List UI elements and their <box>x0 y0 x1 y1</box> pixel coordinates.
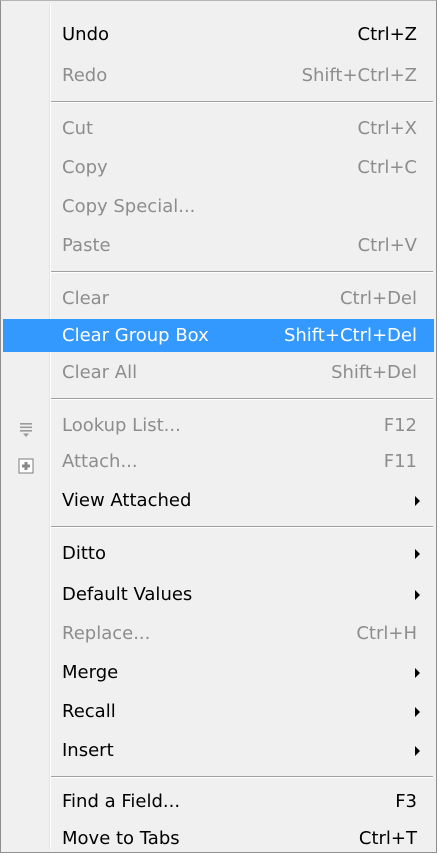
menu-item-recall[interactable]: Recall <box>3 695 434 728</box>
menu-item-copy[interactable]: Copy Ctrl+C <box>3 151 434 184</box>
menu-item-merge[interactable]: Merge <box>3 656 434 689</box>
menu-item-shortcut: Ctrl+X <box>357 118 417 139</box>
submenu-arrow-icon <box>415 549 420 559</box>
menu-item-copy-special[interactable]: Copy Special... <box>3 190 434 223</box>
menu-item-label: Replace... <box>62 623 151 644</box>
menu-item-shortcut: Ctrl+Z <box>357 24 417 45</box>
menu-item-label: Redo <box>62 65 108 86</box>
attach-icon <box>17 453 35 474</box>
menu-item-label: Clear Group Box <box>62 325 209 346</box>
menu-item-undo[interactable]: Undo Ctrl+Z <box>3 18 434 51</box>
menu-item-lookup-list[interactable]: Lookup List... F12 <box>3 409 434 442</box>
edit-context-menu: Undo Ctrl+Z Redo Shift+Ctrl+Z Cut Ctrl+X… <box>0 0 437 853</box>
menu-item-redo[interactable]: Redo Shift+Ctrl+Z <box>3 59 434 92</box>
menu-separator <box>51 271 433 273</box>
menu-item-cut[interactable]: Cut Ctrl+X <box>3 112 434 145</box>
menu-item-label: Ditto <box>62 543 106 564</box>
menu-item-shortcut: F3 <box>395 791 417 812</box>
menu-item-label: Clear <box>62 288 110 309</box>
menu-item-move-to-tabs[interactable]: Move to Tabs Ctrl+T <box>3 822 434 855</box>
menu-item-clear-all[interactable]: Clear All Shift+Del <box>3 356 434 389</box>
menu-item-find-a-field[interactable]: Find a Field... F3 <box>3 785 434 818</box>
menu-item-shortcut: Shift+Ctrl+Del <box>283 325 417 346</box>
submenu-arrow-icon <box>415 746 420 756</box>
menu-item-shortcut: Shift+Ctrl+Z <box>301 65 417 86</box>
menu-item-shortcut: Ctrl+C <box>357 157 417 178</box>
submenu-arrow-icon <box>415 496 420 506</box>
menu-item-shortcut: F12 <box>383 415 417 436</box>
menu-item-attach[interactable]: Attach... F11 <box>3 445 434 478</box>
menu-separator <box>51 398 433 400</box>
menu-item-label: View Attached <box>62 490 192 511</box>
menu-item-shortcut: Ctrl+Del <box>339 288 417 309</box>
menu-item-label: Paste <box>62 235 111 256</box>
menu-item-label: Default Values <box>62 584 193 605</box>
menu-item-shortcut: Ctrl+H <box>356 623 417 644</box>
menu-item-insert[interactable]: Insert <box>3 734 434 767</box>
list-icon <box>17 417 35 437</box>
menu-item-clear[interactable]: Clear Ctrl+Del <box>3 282 434 315</box>
submenu-arrow-icon <box>415 668 420 678</box>
menu-item-label: Recall <box>62 701 116 722</box>
menu-item-shortcut: F11 <box>383 451 417 472</box>
menu-item-label: Move to Tabs <box>62 828 180 849</box>
menu-item-label: Cut <box>62 118 94 139</box>
menu-item-label: Attach... <box>62 451 138 472</box>
menu-item-paste[interactable]: Paste Ctrl+V <box>3 229 434 262</box>
menu-item-label: Lookup List... <box>62 415 181 436</box>
menu-item-replace[interactable]: Replace... Ctrl+H <box>3 617 434 650</box>
menu-item-label: Merge <box>62 662 119 683</box>
submenu-arrow-icon <box>415 707 420 717</box>
menu-item-shortcut: Ctrl+V <box>357 235 417 256</box>
menu-item-label: Undo <box>62 24 110 45</box>
menu-item-label: Clear All <box>62 362 138 383</box>
menu-separator <box>51 526 433 528</box>
menu-item-shortcut: Ctrl+T <box>358 828 417 849</box>
menu-separator <box>51 776 433 778</box>
menu-item-label: Copy <box>62 157 108 178</box>
menu-separator <box>51 101 433 103</box>
menu-item-label: Find a Field... <box>62 791 181 812</box>
menu-item-clear-group-box[interactable]: Clear Group Box Shift+Ctrl+Del <box>3 319 434 352</box>
menu-item-label: Insert <box>62 740 114 761</box>
menu-item-shortcut: Shift+Del <box>331 362 417 383</box>
menu-item-ditto[interactable]: Ditto <box>3 537 434 570</box>
menu-item-default-values[interactable]: Default Values <box>3 578 434 611</box>
submenu-arrow-icon <box>415 590 420 600</box>
menu-item-view-attached[interactable]: View Attached <box>3 484 434 517</box>
menu-item-label: Copy Special... <box>62 196 196 217</box>
